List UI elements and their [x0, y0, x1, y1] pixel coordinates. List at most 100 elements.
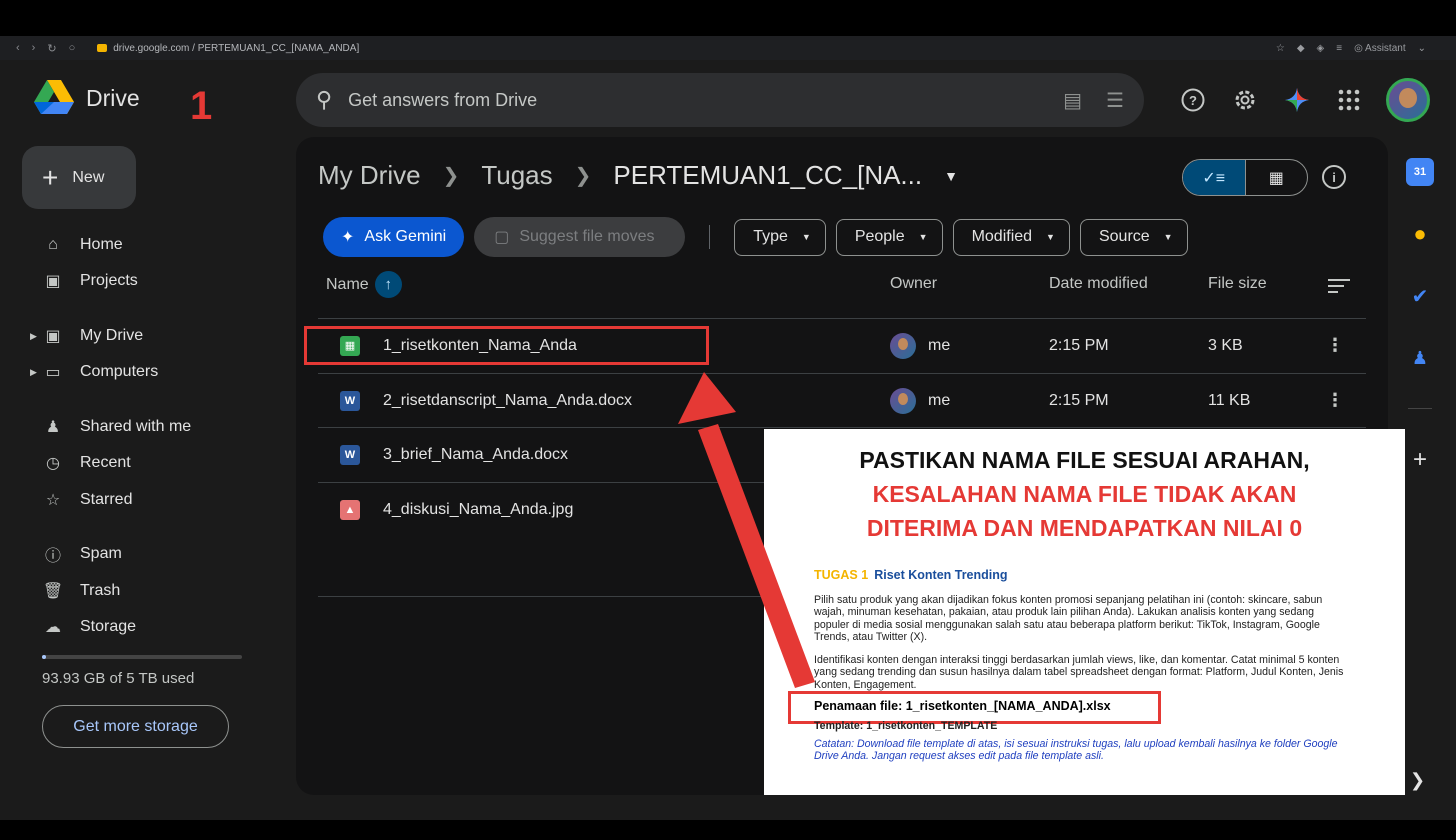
breadcrumb-tugas[interactable]: Tugas: [481, 160, 552, 191]
sidebar-item-recent[interactable]: ◷ Recent: [30, 447, 131, 479]
search-options-icon[interactable]: ▤: [1063, 88, 1082, 113]
bookmark-star-icon[interactable]: ☆: [1276, 43, 1285, 54]
contacts-icon[interactable]: ♟: [1406, 344, 1434, 372]
back-icon[interactable]: ‹: [16, 42, 20, 55]
sidebar-item-shared[interactable]: ♟ Shared with me: [30, 411, 191, 443]
search-bar[interactable]: ⚲ Get answers from Drive ▤ ☰: [296, 73, 1144, 127]
grid-view-button[interactable]: ▦: [1246, 160, 1308, 195]
source-filter[interactable]: Source ▼: [1079, 218, 1188, 256]
task-title: TUGAS 1 Riset Konten Trending: [814, 568, 1008, 582]
task-paragraph-1: Pilih satu produk yang akan dijadikan fo…: [814, 594, 1323, 644]
forward-icon[interactable]: ›: [32, 42, 36, 55]
my-drive-icon: ▣: [45, 328, 61, 345]
dropdown-arrow-icon: ▼: [918, 232, 928, 242]
get-more-storage-button[interactable]: Get more storage: [42, 705, 229, 748]
help-icon[interactable]: ?: [1178, 85, 1208, 115]
breadcrumb: My Drive ❯ Tugas ❯ PERTEMUAN1_CC_[NA... …: [318, 160, 958, 191]
gemini-spark-icon[interactable]: [1282, 85, 1312, 115]
move-folder-icon: ▢: [494, 229, 510, 246]
sidebar-item-label: Spam: [80, 545, 122, 562]
sort-options-icon[interactable]: [1328, 279, 1350, 297]
filter-sliders-icon[interactable]: ☰: [1106, 88, 1124, 113]
add-apps-icon[interactable]: +: [1406, 446, 1434, 474]
task-paragraph-2: Identifikasi konten dengan interaksi tin…: [814, 654, 1344, 691]
step-number-annotation: 1: [190, 84, 213, 128]
table-row[interactable]: W 2_risetdanscript_Nama_Anda.docx me 2:1…: [318, 373, 1366, 427]
people-filter-label: People: [854, 228, 905, 245]
sidebar-item-trash[interactable]: 🗑 Trash: [30, 575, 120, 607]
column-header-date[interactable]: Date modified: [1049, 275, 1148, 293]
sidebar-item-label: Recent: [80, 454, 131, 471]
expand-caret-icon[interactable]: ▶: [30, 331, 37, 342]
chevron-right-icon: ❯: [574, 165, 592, 187]
breadcrumb-current-folder[interactable]: PERTEMUAN1_CC_[NA...: [613, 160, 922, 191]
sidebar-item-computers[interactable]: ▶ ▭ Computers: [30, 356, 158, 388]
word-file-icon: W: [340, 390, 360, 411]
star-icon: ☆: [45, 492, 61, 509]
dropdown-arrow-icon: ▼: [1163, 232, 1173, 242]
sidebar-item-starred[interactable]: ☆ Starred: [30, 484, 133, 516]
sidebar-item-storage[interactable]: ☁ Storage: [30, 611, 136, 643]
more-actions-icon[interactable]: ⋮: [1326, 390, 1344, 411]
drive-logo[interactable]: Drive: [34, 80, 140, 116]
calendar-icon[interactable]: 31: [1406, 158, 1434, 186]
suggest-file-moves-button[interactable]: ▢ Suggest file moves: [474, 217, 686, 257]
date-modified: 2:15 PM: [1049, 336, 1109, 354]
column-header-size[interactable]: File size: [1208, 275, 1267, 293]
search-spark-icon: ⚲: [316, 87, 333, 112]
more-actions-icon[interactable]: ⋮: [1326, 335, 1344, 356]
instruction-overlay: PASTIKAN NAMA FILE SESUAI ARAHAN, KESALA…: [764, 429, 1405, 795]
file-size: 11 KB: [1208, 391, 1251, 409]
column-header-name[interactable]: Name ↑: [326, 271, 402, 298]
apps-grid-icon[interactable]: [1334, 85, 1364, 115]
owner-name: me: [928, 336, 951, 354]
check-list-icon: ✓≡: [1202, 169, 1226, 187]
keep-icon[interactable]: ●: [1406, 220, 1434, 248]
sidebar-item-label: My Drive: [80, 327, 144, 344]
sort-ascending-icon[interactable]: ↑: [374, 271, 402, 298]
settings-gear-icon[interactable]: [1230, 85, 1260, 115]
account-avatar[interactable]: [1386, 78, 1430, 122]
tasks-icon[interactable]: ✔: [1406, 282, 1434, 310]
column-header-name-label: Name: [326, 275, 369, 293]
file-size: 3 KB: [1208, 336, 1243, 354]
sidebar-item-my-drive[interactable]: ▶ ▣ My Drive: [30, 320, 143, 352]
shield-icon[interactable]: ◈: [1317, 43, 1325, 54]
view-toggle: ✓≡ ▦: [1182, 159, 1308, 196]
mic-icon[interactable]: ○: [69, 42, 76, 55]
reload-icon[interactable]: ↻: [47, 42, 56, 55]
modified-filter-label: Modified: [971, 228, 1033, 245]
spam-icon: ⓘ: [44, 548, 61, 565]
chevron-down-icon[interactable]: ⌄: [1418, 43, 1426, 54]
modified-filter[interactable]: Modified ▼: [952, 218, 1070, 256]
highlight-box-first-file: [304, 326, 709, 365]
expand-caret-icon[interactable]: ▶: [30, 367, 37, 378]
type-filter-label: Type: [753, 228, 788, 245]
extension-icon[interactable]: ◆: [1297, 43, 1305, 54]
dropdown-arrow-icon: ▼: [1046, 232, 1055, 242]
new-button[interactable]: + New: [22, 146, 136, 209]
breadcrumb-my-drive[interactable]: My Drive: [318, 160, 421, 191]
clock-icon: ◷: [46, 455, 60, 472]
people-filter[interactable]: People ▼: [835, 218, 943, 256]
type-filter[interactable]: Type ▼: [734, 218, 826, 256]
show-side-panel-icon[interactable]: ❯: [1410, 770, 1425, 791]
sidebar-item-home[interactable]: ⌂ Home: [30, 229, 123, 261]
trash-icon: 🗑: [42, 583, 64, 600]
sidebar-item-spam[interactable]: ⓘ Spam: [30, 538, 122, 570]
column-header-owner[interactable]: Owner: [890, 275, 937, 293]
folder-dropdown-icon[interactable]: ▼: [944, 168, 958, 184]
list-view-button[interactable]: ✓≡: [1183, 160, 1246, 195]
image-file-icon: ▲: [340, 499, 360, 520]
details-info-icon[interactable]: i: [1322, 165, 1346, 189]
search-input[interactable]: Get answers from Drive: [348, 90, 537, 111]
owner-name: me: [928, 391, 951, 409]
assistant-button[interactable]: ◎ Assistant: [1354, 43, 1406, 54]
ask-gemini-button[interactable]: ✦ Ask Gemini: [323, 217, 465, 257]
address-bar[interactable]: drive.google.com / PERTEMUAN1_CC_[NAMA_A…: [97, 43, 359, 54]
svg-text:?: ?: [1189, 93, 1197, 108]
url-text: drive.google.com / PERTEMUAN1_CC_[NAMA_A…: [113, 42, 360, 54]
projects-icon: ▣: [45, 273, 61, 290]
menu-icon[interactable]: ≡: [1336, 43, 1342, 54]
sidebar-item-projects[interactable]: ▣ Projects: [30, 265, 137, 297]
